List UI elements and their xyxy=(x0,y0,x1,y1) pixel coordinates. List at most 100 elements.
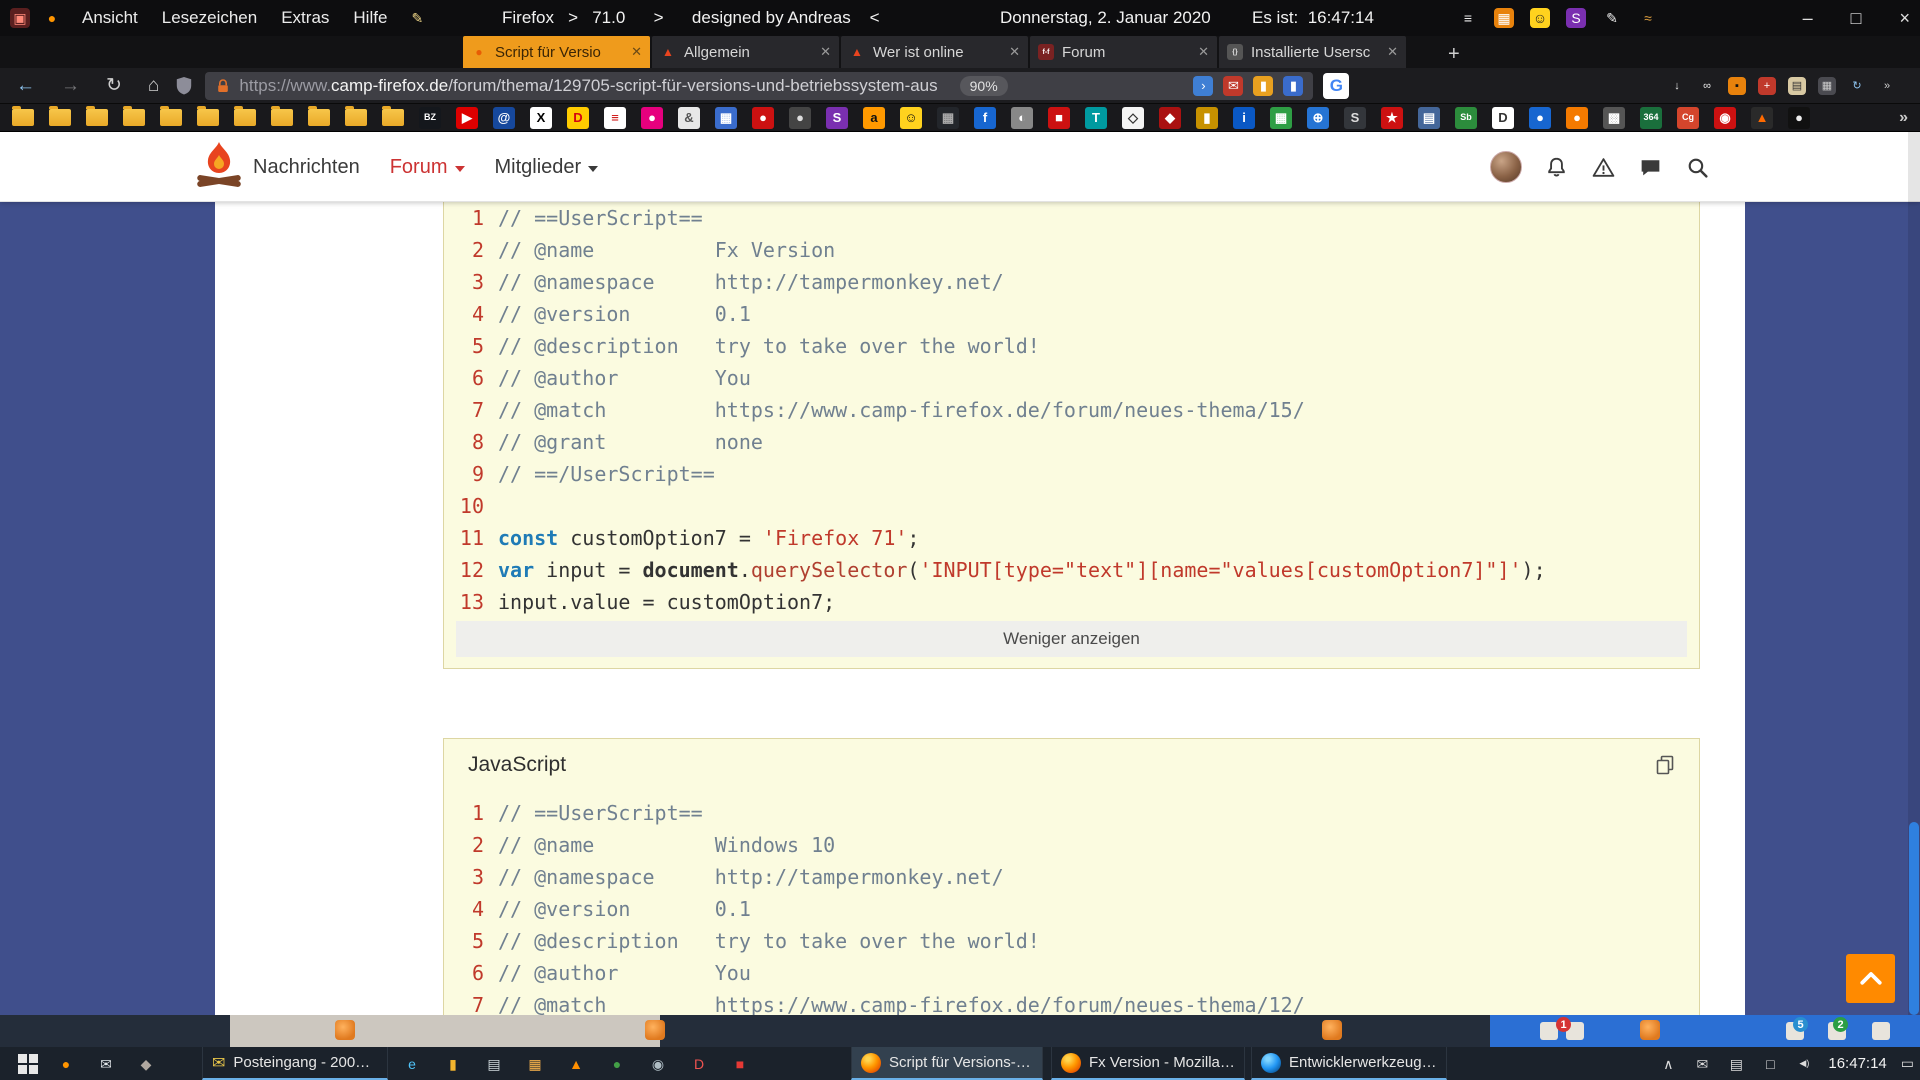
bookmark-x-icon[interactable]: X xyxy=(530,107,552,129)
bookmark-s-dark-icon[interactable]: S xyxy=(1344,107,1366,129)
bookmark-folder-icon[interactable] xyxy=(160,109,182,126)
notification-panel-icon[interactable]: ▭ xyxy=(1901,1055,1914,1072)
back-button[interactable]: ← xyxy=(16,75,35,97)
bookmark-dark-grid-icon[interactable]: ▦ xyxy=(937,107,959,129)
avatar[interactable] xyxy=(1490,151,1522,183)
desktop-icon[interactable] xyxy=(1640,1020,1660,1040)
start-button[interactable] xyxy=(10,1047,46,1080)
orange-app-icon[interactable]: ▦ xyxy=(1494,8,1514,28)
google-icon[interactable]: G xyxy=(1323,73,1349,99)
calculator-icon[interactable]: ▦ xyxy=(525,1054,545,1074)
red-app-icon[interactable]: ■ xyxy=(730,1054,750,1074)
line-number-link[interactable]: 7 xyxy=(444,989,498,1015)
notes-addon-icon[interactable]: ▤ xyxy=(1788,77,1806,95)
archive-icon[interactable]: ▮ xyxy=(1283,76,1303,96)
scrollbar-thumb[interactable] xyxy=(1909,822,1919,1015)
line-number-link[interactable]: 7 xyxy=(444,394,498,426)
grid-addon-icon[interactable]: ▦ xyxy=(1818,77,1836,95)
taskbar-clock[interactable]: 16:47:14 xyxy=(1828,1055,1886,1072)
collapse-code-button[interactable]: Weniger anzeigen xyxy=(456,621,1687,657)
emoji-grid-icon[interactable]: ☺ xyxy=(1530,8,1550,28)
bookmark-hatch-icon[interactable]: ▩ xyxy=(1603,107,1625,129)
task-script-f-r-versions-un[interactable]: Script für Versions- un... xyxy=(851,1047,1043,1080)
line-number-link[interactable]: 4 xyxy=(444,893,498,925)
line-number-link[interactable]: 6 xyxy=(444,957,498,989)
bookmark-folder-icon[interactable] xyxy=(345,109,367,126)
bookmark-folder-icon[interactable] xyxy=(86,109,108,126)
bookmark-black-dot-icon[interactable]: ● xyxy=(1788,107,1810,129)
ie-icon[interactable]: e xyxy=(402,1054,422,1074)
green-app-icon[interactable]: ● xyxy=(607,1054,627,1074)
d-app-icon[interactable]: D xyxy=(689,1054,709,1074)
pen-icon[interactable]: ✎ xyxy=(1602,8,1622,28)
url-bar[interactable]: https://www.camp-firefox.de/forum/thema/… xyxy=(205,72,1313,100)
bookmark-diamond-icon[interactable]: ◇ xyxy=(1122,107,1144,129)
bookmark-folder-icon[interactable] xyxy=(49,109,71,126)
explorer-folder-icon[interactable]: ▮ xyxy=(443,1054,463,1074)
desktop-icon[interactable] xyxy=(1322,1020,1342,1040)
container-icon[interactable]: ✉ xyxy=(1223,76,1243,96)
pocket-icon[interactable]: › xyxy=(1193,76,1213,96)
folder-icon[interactable]: ▮ xyxy=(1253,76,1273,96)
line-number-link[interactable]: 4 xyxy=(444,298,498,330)
tab-close-icon[interactable]: ✕ xyxy=(820,44,831,60)
line-number-link[interactable]: 10 xyxy=(444,490,498,522)
line-number-link[interactable]: 3 xyxy=(444,266,498,298)
line-number-link[interactable]: 2 xyxy=(444,829,498,861)
bookmark-orange-dot-icon[interactable]: ● xyxy=(1566,107,1588,129)
vlc-icon[interactable]: ▲ xyxy=(566,1054,586,1074)
tab-close-icon[interactable]: ✕ xyxy=(631,44,642,60)
menu-lesezeichen[interactable]: Lesezeichen xyxy=(162,8,257,28)
desktop-icon[interactable] xyxy=(335,1020,355,1040)
bookmark-amazon-icon[interactable]: a xyxy=(863,107,885,129)
bookmark-table-icon[interactable]: ▤ xyxy=(1418,107,1440,129)
line-number-link[interactable]: 9 xyxy=(444,458,498,490)
line-number-link[interactable]: 13 xyxy=(444,586,498,618)
bookmark-info-icon[interactable]: i xyxy=(1233,107,1255,129)
line-number-link[interactable]: 5 xyxy=(444,925,498,957)
bookmark-clip-icon[interactable]: & xyxy=(678,107,700,129)
reload-button[interactable]: ↻ xyxy=(106,74,122,97)
bookmark-green-grid-icon[interactable]: ▦ xyxy=(1270,107,1292,129)
download-icon[interactable]: ↓ xyxy=(1668,77,1686,95)
campfire-logo[interactable] xyxy=(196,140,242,197)
broom-icon[interactable]: ≈ xyxy=(1638,8,1658,28)
tab-close-icon[interactable]: ✕ xyxy=(1009,44,1020,60)
bookmark-folder-icon[interactable] xyxy=(234,109,256,126)
mail-quick-icon[interactable]: ✉ xyxy=(96,1054,116,1074)
tab-close-icon[interactable]: ✕ xyxy=(1198,44,1209,60)
nav-item-nachrichten[interactable]: Nachrichten xyxy=(253,156,360,179)
bookmark-folder-icon[interactable] xyxy=(197,109,219,126)
warning-icon[interactable] xyxy=(1591,155,1616,180)
menu-extras[interactable]: Extras xyxy=(281,8,329,28)
bookmark-grid-icon[interactable]: ▦ xyxy=(715,107,737,129)
camera-icon[interactable]: ◉ xyxy=(648,1054,668,1074)
bookmark-sb-icon[interactable]: Sb xyxy=(1455,107,1477,129)
scroll-to-top-button[interactable] xyxy=(1846,954,1895,1003)
bookmark-youtube-icon[interactable]: ▶ xyxy=(456,107,478,129)
line-number-link[interactable]: 1 xyxy=(444,202,498,234)
search-icon[interactable] xyxy=(1685,155,1710,180)
bookmark-ruby-icon[interactable]: ◆ xyxy=(1159,107,1181,129)
page-scrollbar[interactable] xyxy=(1908,132,1920,1015)
home-button[interactable]: ⌂ xyxy=(148,75,159,97)
bookmark-smiley-icon[interactable]: ☺ xyxy=(900,107,922,129)
task-posteingang-2002an[interactable]: ✉Posteingang - 2002An... xyxy=(202,1047,388,1080)
app-window-icon[interactable]: ▣ xyxy=(10,8,30,28)
line-number-link[interactable]: 2 xyxy=(444,234,498,266)
bookmark-half-icon[interactable]: ◐ xyxy=(1011,107,1033,129)
bookmark-folder-icon[interactable] xyxy=(12,109,34,126)
tracking-shield-icon[interactable] xyxy=(175,76,193,96)
close-button[interactable]: × xyxy=(1899,8,1910,29)
bookmark-folder-icon[interactable] xyxy=(123,109,145,126)
tab-installierte-usersc[interactable]: {}Installierte Usersc✕ xyxy=(1219,36,1406,68)
list-icon[interactable]: ≡ xyxy=(1458,8,1478,28)
adblock-icon[interactable]: + xyxy=(1758,77,1776,95)
firefox-quick-icon[interactable]: ● xyxy=(56,1054,76,1074)
tab-script-f-r-versio[interactable]: ●Script für Versio✕ xyxy=(463,36,650,68)
firefox-app-icon[interactable]: ● xyxy=(42,8,62,28)
task-fx-version-mozilla-fi[interactable]: Fx Version - Mozilla Fi... xyxy=(1051,1047,1245,1080)
bookmark-tk-icon[interactable]: T xyxy=(1085,107,1107,129)
tab-wer-ist-online[interactable]: ▲Wer ist online✕ xyxy=(841,36,1028,68)
new-tab-button[interactable]: + xyxy=(1448,44,1460,64)
